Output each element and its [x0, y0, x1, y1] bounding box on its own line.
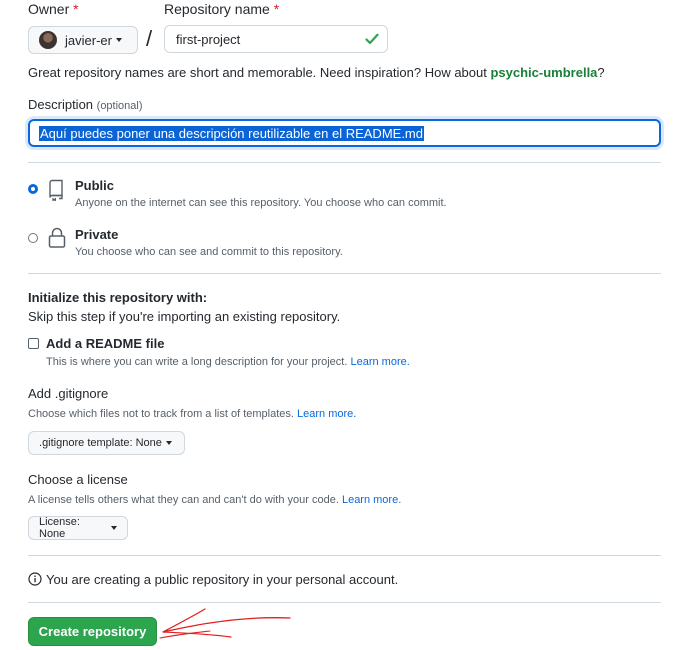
readme-learn-more-link[interactable]: Learn more. — [350, 356, 409, 368]
license-desc-text: A license tells others what they can and… — [28, 494, 339, 506]
repo-icon — [49, 179, 63, 201]
description-input[interactable]: Aquí puedes poner una descripción reutil… — [28, 119, 661, 147]
description-optional: (optional) — [96, 100, 143, 112]
chevron-down-icon — [115, 38, 122, 42]
readme-checkbox[interactable] — [28, 338, 39, 349]
owner-label-text: Owner — [28, 1, 70, 17]
divider — [28, 273, 661, 274]
divider — [28, 162, 661, 163]
description-label: Description (optional) — [28, 97, 143, 112]
public-radio[interactable] — [28, 184, 38, 194]
suggestion-end: ? — [597, 65, 605, 80]
description-value: Aquí puedes poner una descripción reutil… — [39, 126, 424, 141]
license-desc: A license tells others what they can and… — [28, 494, 401, 506]
repo-required-mark: * — [273, 1, 280, 17]
public-repo-notice: You are creating a public repository in … — [46, 572, 399, 587]
divider — [28, 555, 661, 556]
readme-desc: This is where you can write a long descr… — [46, 356, 410, 368]
avatar — [39, 31, 57, 49]
private-title: Private — [75, 227, 119, 242]
private-radio[interactable] — [28, 233, 38, 243]
suggested-name-link[interactable]: psychic-umbrella — [490, 65, 597, 80]
red-scribble-annotation — [159, 608, 291, 639]
license-value: License: None — [39, 516, 80, 540]
gitignore-template-dropdown[interactable]: . gitignore template: None — [28, 431, 185, 455]
repo-name-label: Repository name * — [164, 1, 279, 17]
create-repository-label: Create repository — [38, 624, 147, 639]
chevron-down-icon — [111, 526, 117, 530]
chevron-down-icon — [165, 441, 172, 445]
readme-label[interactable]: Add a README file — [46, 336, 164, 351]
info-icon — [28, 572, 42, 586]
license-dropdown[interactable]: License: None — [28, 516, 128, 540]
path-separator: / — [146, 26, 153, 51]
owner-required-mark: * — [73, 1, 79, 17]
public-desc: Anyone on the internet can see this repo… — [75, 197, 447, 209]
divider — [28, 602, 661, 603]
private-desc: You choose who can see and commit to thi… — [75, 246, 343, 258]
owner-label: Owner * — [28, 1, 79, 17]
gitignore-label: Add .gitignore — [28, 386, 109, 401]
name-suggestion: Great repository names are short and mem… — [28, 65, 605, 80]
init-heading: Initialize this repository with: — [28, 290, 208, 305]
gitignore-desc-text: Choose which files not to track from a l… — [28, 408, 294, 420]
check-icon — [365, 33, 379, 45]
lock-icon — [48, 227, 66, 248]
owner-value: javier-er — [65, 32, 112, 48]
license-label: Choose a license — [28, 472, 128, 487]
suggestion-text: Great repository names are short and mem… — [28, 65, 487, 80]
create-repository-button[interactable]: Create repository — [28, 617, 157, 646]
repo-name-value: first-project — [176, 32, 241, 47]
owner-dropdown[interactable]: javier-er — [28, 26, 138, 54]
repo-name-input[interactable]: first-project — [164, 25, 388, 53]
gitignore-learn-more-link[interactable]: Learn more. — [297, 408, 356, 420]
repo-name-label-text: Repository name — [164, 1, 270, 17]
public-title: Public — [75, 178, 115, 193]
gitignore-template-value: gitignore template: None — [42, 437, 162, 449]
init-subtext: Skip this step if you're importing an ex… — [28, 309, 341, 324]
description-label-text: Description — [28, 97, 94, 112]
gitignore-desc: Choose which files not to track from a l… — [28, 408, 356, 420]
license-learn-more-link[interactable]: Learn more. — [342, 494, 401, 506]
readme-desc-text: This is where you can write a long descr… — [46, 356, 348, 368]
